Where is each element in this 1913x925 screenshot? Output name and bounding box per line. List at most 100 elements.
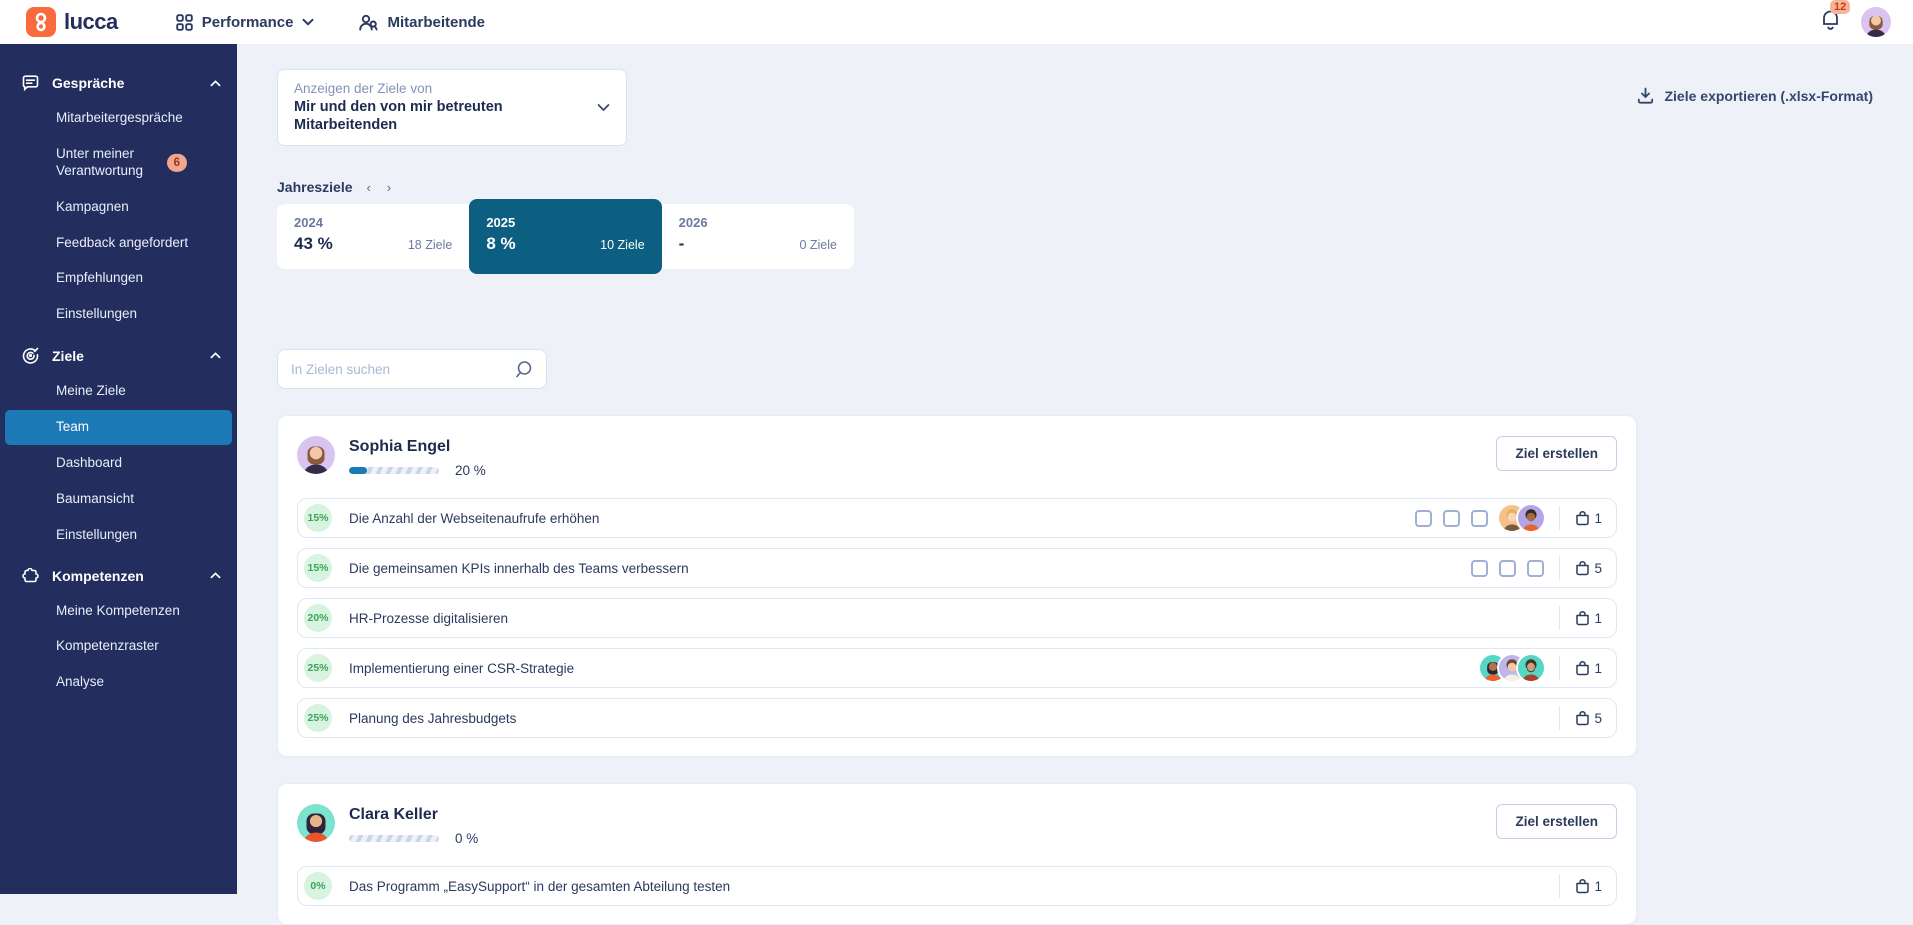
goals-scope-texts: Anzeigen der Ziele von Mir und den von m…	[294, 81, 597, 134]
goals-scope-label: Anzeigen der Ziele von	[294, 81, 433, 96]
sidebar-item-einstellungen-ziele[interactable]: Einstellungen	[5, 518, 232, 553]
year-tab-2025[interactable]: 2025 8 % 10 Ziele	[469, 199, 662, 275]
user-avatar[interactable]	[1861, 7, 1891, 37]
goal-title: Das Programm „EasySupport“ in der gesamt…	[349, 878, 731, 894]
divider	[1559, 874, 1561, 899]
sidebar-item-unter-meiner-verantwortung[interactable]: Unter meiner Verantwortung 6	[5, 137, 205, 189]
goal-checkbox[interactable]	[1471, 559, 1489, 577]
sidebar-header-kompetenzen[interactable]: Kompetenzen	[0, 559, 237, 593]
app-switcher-label: Performance	[201, 13, 294, 31]
goal-row-meta: 1	[1480, 655, 1602, 682]
collaborator-avatar[interactable]	[1518, 655, 1545, 682]
chevron-up-icon	[210, 79, 221, 87]
sidebar-item-team[interactable]: Team	[5, 410, 232, 445]
chevron-up-icon	[210, 352, 221, 359]
divider	[1559, 556, 1561, 581]
sidebar-item-kampagnen[interactable]: Kampagnen	[5, 190, 232, 225]
sidebar-item-mitarbeitergespraeche[interactable]: Mitarbeitergespräche	[5, 101, 232, 136]
gift-count: 1	[1594, 878, 1602, 894]
sidebar-header-gespraeche[interactable]: Gespräche	[0, 66, 237, 100]
goal-gift[interactable]: 1	[1575, 510, 1602, 526]
goal-row[interactable]: 25% Implementierung einer CSR-Strategie …	[297, 648, 1617, 689]
gift-count: 1	[1594, 660, 1602, 676]
export-goals-label: Ziele exportieren (.xlsx-Format)	[1664, 87, 1873, 104]
gift-icon	[1575, 710, 1590, 726]
gift-icon	[1575, 878, 1590, 894]
sidebar-header-ziele[interactable]: Ziele	[0, 338, 237, 373]
grid-icon	[176, 13, 193, 31]
chat-icon	[22, 75, 39, 91]
sidebar-item-feedback-angefordert[interactable]: Feedback angefordert	[5, 226, 232, 261]
sidebar-item-meine-ziele[interactable]: Meine Ziele	[5, 374, 232, 409]
goal-row[interactable]: 15% Die Anzahl der Webseitenaufrufe erhö…	[297, 498, 1617, 539]
gift-icon	[1575, 660, 1590, 676]
brand-name: lucca	[64, 9, 118, 34]
collaborator-avatar[interactable]	[1518, 505, 1545, 532]
goal-search	[277, 349, 547, 390]
goal-gift[interactable]: 5	[1575, 560, 1602, 576]
employee-avatar[interactable]	[297, 436, 335, 475]
divider	[1559, 506, 1561, 531]
year-percent: -	[678, 234, 685, 254]
next-year-button[interactable]: ›	[385, 180, 393, 195]
goal-row-meta: 5	[1471, 556, 1602, 581]
app-switcher[interactable]: Performance	[176, 14, 315, 31]
employee-identity: Sophia Engel 20 %	[297, 436, 486, 478]
goal-checkbox[interactable]	[1527, 559, 1545, 577]
employee-identity: Clara Keller 0 %	[297, 804, 478, 846]
goal-row[interactable]: 25% Planung des Jahresbudgets 5	[297, 698, 1617, 739]
year-goal-count: 18 Ziele	[407, 238, 453, 253]
goal-weight-badge: 0%	[304, 872, 332, 901]
sidebar-item-meine-kompetenzen[interactable]: Meine Kompetenzen	[5, 594, 232, 629]
employee-name: Sophia Engel	[349, 438, 451, 456]
year-tab-2024[interactable]: 2024 43 % 18 Ziele	[277, 204, 469, 269]
create-goal-button[interactable]: Ziel erstellen	[1496, 804, 1617, 840]
sidebar-item-empfehlungen[interactable]: Empfehlungen	[5, 261, 232, 296]
chevron-up-icon	[210, 572, 221, 579]
employee-header: Clara Keller 0 % Ziel erstellen	[297, 804, 1617, 846]
goal-checkbox[interactable]	[1471, 509, 1489, 527]
goal-checkbox[interactable]	[1443, 509, 1461, 527]
count-badge: 6	[166, 153, 187, 172]
goals-scope-dropdown[interactable]: Anzeigen der Ziele von Mir und den von m…	[277, 69, 627, 147]
year-tab-2026[interactable]: 2026 - 0 Ziele	[662, 204, 854, 269]
sidebar: Gespräche Mitarbeitergespräche Unter mei…	[0, 44, 237, 894]
year-percent: 8 %	[486, 234, 516, 254]
sidebar-item-baumansicht[interactable]: Baumansicht	[5, 482, 232, 517]
sidebar-item-analyse[interactable]: Analyse	[5, 665, 232, 700]
employee-card-clara-keller: Clara Keller 0 % Ziel erstellen 0% Das P…	[277, 783, 1637, 925]
employee-avatar[interactable]	[297, 804, 335, 843]
goal-row[interactable]: 15% Die gemeinsamen KPIs innerhalb des T…	[297, 548, 1617, 589]
goal-weight-badge: 25%	[304, 704, 332, 733]
goal-search-input[interactable]	[291, 361, 514, 377]
sidebar-item-einstellungen-gespraeche[interactable]: Einstellungen	[5, 297, 232, 332]
goal-row[interactable]: 0% Das Programm „EasySupport“ in der ges…	[297, 866, 1617, 907]
goal-checkbox[interactable]	[1415, 509, 1433, 527]
employee-card-sophia-engel: Sophia Engel 20 % Ziel erstellen 15% Die…	[277, 415, 1637, 758]
progress-label: 20 %	[455, 463, 486, 479]
goal-weight-badge: 15%	[304, 554, 332, 583]
goal-gift[interactable]: 1	[1575, 660, 1602, 676]
goal-gift[interactable]: 1	[1575, 878, 1602, 894]
years-title: Jahresziele	[277, 179, 353, 196]
goal-gift[interactable]: 1	[1575, 610, 1602, 626]
goals-scope-value: Mir und den von mir betreuten Mitarbeite…	[294, 99, 503, 134]
goal-gift[interactable]: 5	[1575, 710, 1602, 726]
goal-row[interactable]: 20% HR-Prozesse digitalisieren 1	[297, 598, 1617, 639]
notifications-button[interactable]: 12	[1820, 0, 1851, 36]
people-icon	[358, 14, 379, 31]
prev-year-button[interactable]: ‹	[365, 180, 373, 195]
create-goal-button[interactable]: Ziel erstellen	[1496, 436, 1617, 472]
sidebar-item-kompetenzraster[interactable]: Kompetenzraster	[5, 629, 232, 664]
years-title-row: Jahresziele ‹ ›	[277, 179, 1873, 195]
nav-mitarbeitende[interactable]: Mitarbeitende	[358, 14, 485, 31]
chevron-down-icon	[597, 103, 610, 112]
lucca-logo[interactable]: lucca	[26, 7, 118, 37]
year-goal-count: 10 Ziele	[600, 238, 645, 253]
goal-checkbox[interactable]	[1499, 559, 1517, 577]
export-goals-link[interactable]: Ziele exportieren (.xlsx-Format)	[1637, 87, 1873, 104]
year-percent: 43 %	[294, 234, 333, 254]
goal-list: 15% Die Anzahl der Webseitenaufrufe erhö…	[297, 498, 1617, 739]
sidebar-item-dashboard[interactable]: Dashboard	[5, 446, 232, 481]
search-icon[interactable]	[514, 360, 533, 379]
